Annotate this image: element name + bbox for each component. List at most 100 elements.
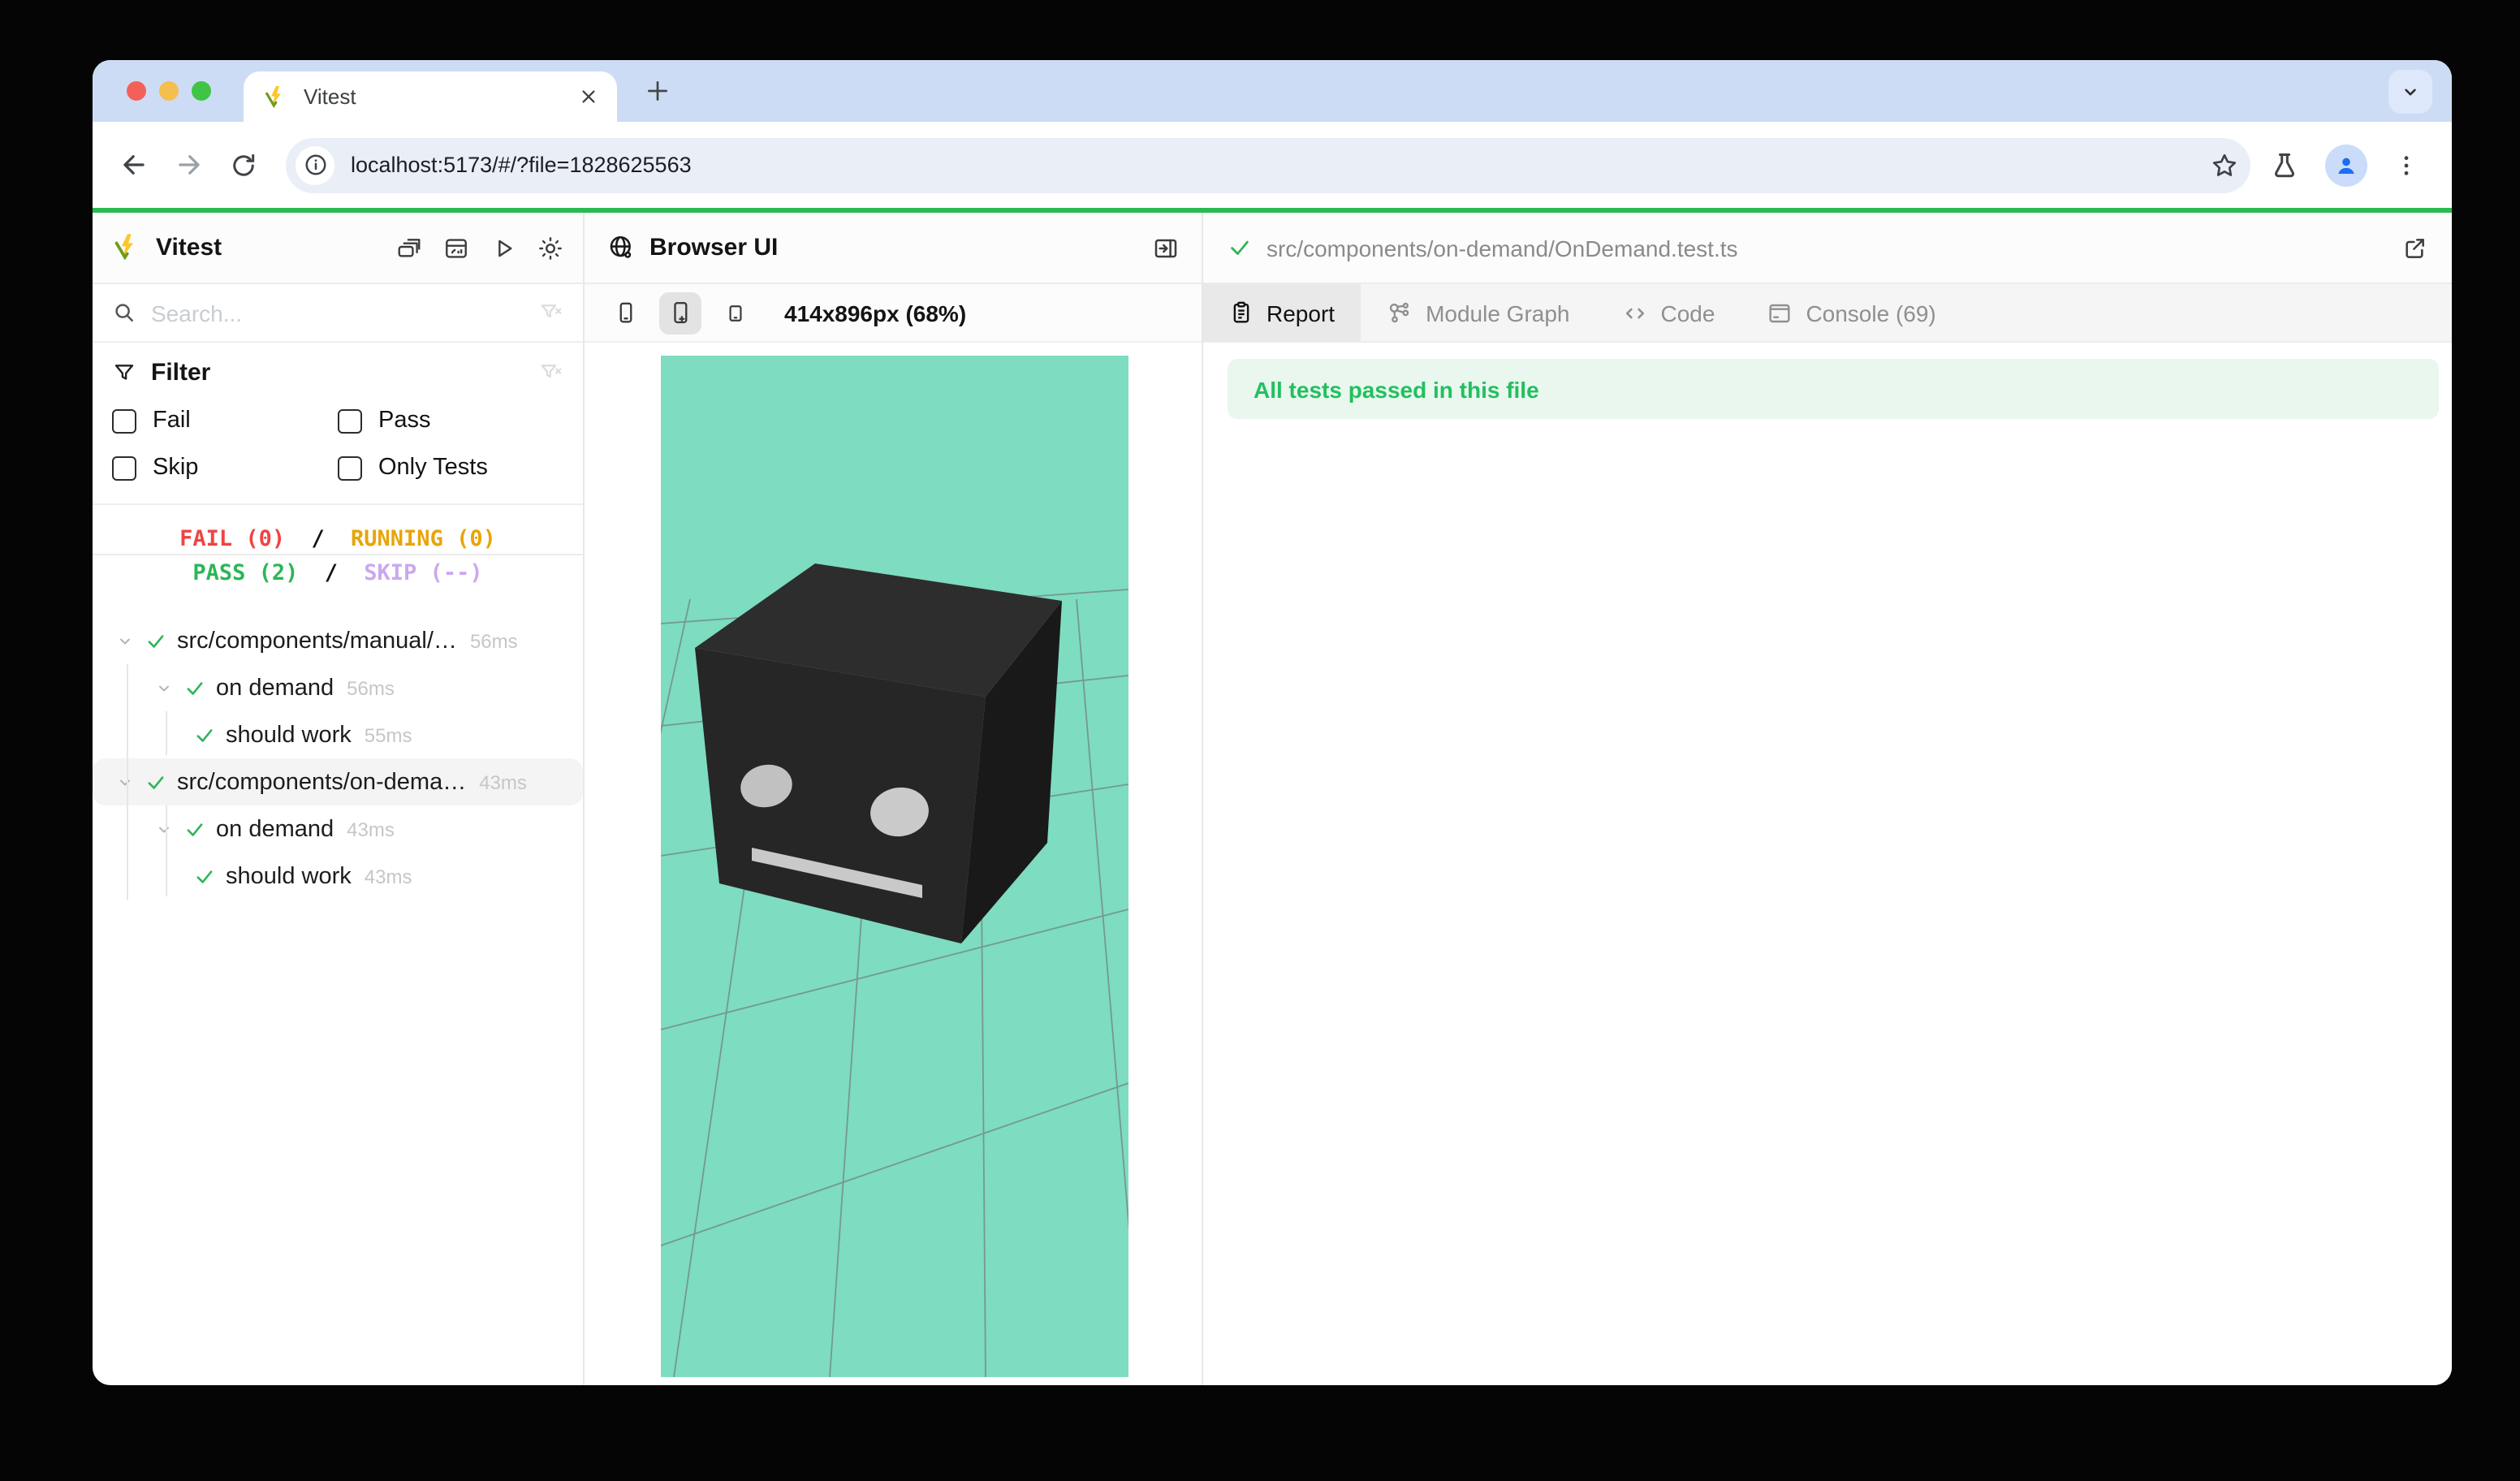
robot-cube	[695, 563, 1062, 943]
url-text[interactable]: localhost:5173/#/?file=1828625563	[351, 153, 2210, 177]
minimize-window-button[interactable]	[159, 81, 179, 101]
pass-check-icon	[183, 818, 206, 840]
screenshot-stage: Vitest localhost:5173/#/?file=1828625563	[0, 0, 2520, 1481]
tab-report[interactable]: Report	[1203, 284, 1361, 341]
browser-toolbar: localhost:5173/#/?file=1828625563	[93, 122, 2452, 208]
device-large-mobile-button[interactable]	[659, 291, 701, 334]
clear-filter-icon[interactable]	[539, 300, 563, 325]
browser-window: Vitest localhost:5173/#/?file=1828625563	[93, 60, 2452, 1385]
filter-option-pass[interactable]: Pass	[338, 408, 563, 434]
report-tabs: Report Module Graph Code	[1203, 284, 2452, 343]
test-tree: src/components/manual/… 56ms on demand 5…	[93, 607, 583, 1385]
tree-guide	[166, 805, 167, 896]
close-window-button[interactable]	[127, 81, 146, 101]
sidebar: Vitest	[93, 213, 585, 1385]
clipboard-icon	[1229, 300, 1254, 325]
back-button[interactable]	[119, 149, 149, 180]
vitest-logo-icon	[112, 232, 143, 263]
panel-dock-icon[interactable]	[1153, 235, 1179, 261]
filter-option-skip[interactable]: Skip	[112, 455, 338, 481]
new-tab-button[interactable]	[645, 78, 671, 104]
pass-check-icon	[1228, 235, 1252, 260]
browser-ui-title: Browser UI	[649, 234, 778, 261]
tree-guide	[166, 711, 167, 755]
duration: 56ms	[470, 629, 518, 652]
chevron-down-icon[interactable]	[154, 819, 174, 839]
code-icon	[1622, 300, 1648, 326]
running-count: RUNNING (0)	[347, 526, 499, 552]
browser-menu-icon[interactable]	[2393, 152, 2419, 178]
viewport-size-label: 414x896px (68%)	[784, 300, 966, 326]
console-icon	[1767, 300, 1793, 326]
site-info-icon[interactable]	[296, 145, 334, 184]
report-content: All tests passed in this file	[1203, 343, 2452, 1385]
sidebar-title: Vitest	[156, 234, 222, 261]
tab-module-graph[interactable]: Module Graph	[1361, 284, 1595, 341]
flask-experiments-icon[interactable]	[2270, 150, 2299, 179]
device-small-mobile-button[interactable]	[604, 291, 646, 334]
browser-tab-strip: Vitest	[93, 60, 2452, 122]
checkbox[interactable]	[338, 456, 362, 480]
forward-button[interactable]	[174, 149, 205, 180]
reload-button[interactable]	[229, 150, 258, 179]
cascade-windows-icon[interactable]	[396, 235, 422, 261]
dashboard-icon[interactable]	[443, 235, 469, 261]
tree-guide	[127, 664, 128, 900]
duration: 43ms	[365, 865, 412, 887]
fail-count: FAIL (0)	[176, 526, 288, 552]
pass-check-icon	[145, 629, 167, 652]
pass-check-icon	[183, 676, 206, 699]
test-file-path: src/components/on-demand/OnDemand.test.t…	[1266, 235, 1738, 261]
tab-console[interactable]: Console (69)	[1741, 284, 1961, 341]
filter-section: Filter Fail Pass Skip Only Tests	[93, 343, 583, 505]
report-header: src/components/on-demand/OnDemand.test.t…	[1203, 213, 2452, 284]
zoom-window-button[interactable]	[192, 81, 211, 101]
pass-check-icon	[145, 771, 167, 793]
tree-row-file[interactable]: src/components/manual/… 56ms	[93, 617, 583, 664]
browser-tab[interactable]: Vitest	[244, 71, 617, 122]
checkbox[interactable]	[338, 408, 362, 433]
globe-icon	[607, 234, 635, 261]
duration: 55ms	[365, 723, 412, 746]
checkbox[interactable]	[112, 456, 136, 480]
address-bar[interactable]: localhost:5173/#/?file=1828625563	[286, 137, 2250, 192]
search-input[interactable]	[151, 300, 539, 326]
chevron-down-icon[interactable]	[115, 631, 135, 650]
test-render-canvas[interactable]	[661, 356, 1128, 1377]
filter-title: Filter	[151, 359, 210, 386]
browser-ui-panel: Browser UI 414x896px (68%)	[585, 213, 1203, 1385]
clear-filter-icon[interactable]	[539, 361, 563, 385]
device-tablet-button[interactable]	[714, 291, 757, 334]
profile-avatar[interactable]	[2325, 144, 2367, 186]
pass-count: PASS (2)	[189, 560, 301, 586]
tab-code[interactable]: Code	[1596, 284, 1741, 341]
funnel-icon	[112, 361, 136, 385]
tree-row-suite[interactable]: on demand 56ms	[93, 664, 583, 711]
open-external-icon[interactable]	[2401, 235, 2427, 261]
sidebar-header: Vitest	[93, 213, 583, 284]
skip-count: SKIP (--)	[360, 560, 485, 586]
test-status-summary: FAIL (0) / RUNNING (0) PASS (2) / SKIP (…	[93, 505, 583, 607]
bookmark-star-icon[interactable]	[2210, 150, 2239, 179]
duration: 43ms	[479, 771, 527, 793]
theme-sun-icon[interactable]	[537, 235, 563, 261]
vitest-favicon-icon	[263, 84, 289, 110]
checkbox[interactable]	[112, 408, 136, 433]
device-toolbar: 414x896px (68%)	[585, 284, 1202, 343]
chevron-down-icon[interactable]	[115, 772, 135, 792]
browser-preview-area	[585, 343, 1202, 1385]
search-icon	[112, 300, 136, 325]
report-panel: src/components/on-demand/OnDemand.test.t…	[1203, 213, 2452, 1385]
vitest-ui: Vitest	[93, 213, 2452, 1385]
tree-row-file-selected[interactable]: src/components/on-dema… 43ms	[93, 758, 583, 805]
toolbar-right-icons	[2270, 144, 2426, 186]
run-all-icon[interactable]	[490, 235, 516, 261]
chevron-down-icon[interactable]	[154, 678, 174, 697]
close-tab-icon[interactable]	[580, 88, 598, 106]
filter-option-only-tests[interactable]: Only Tests	[338, 455, 563, 481]
browser-ui-header: Browser UI	[585, 213, 1202, 284]
all-tests-passed-banner: All tests passed in this file	[1228, 359, 2439, 419]
tab-title: Vitest	[304, 84, 580, 109]
tab-search-chevron-button[interactable]	[2388, 70, 2432, 114]
filter-option-fail[interactable]: Fail	[112, 408, 338, 434]
